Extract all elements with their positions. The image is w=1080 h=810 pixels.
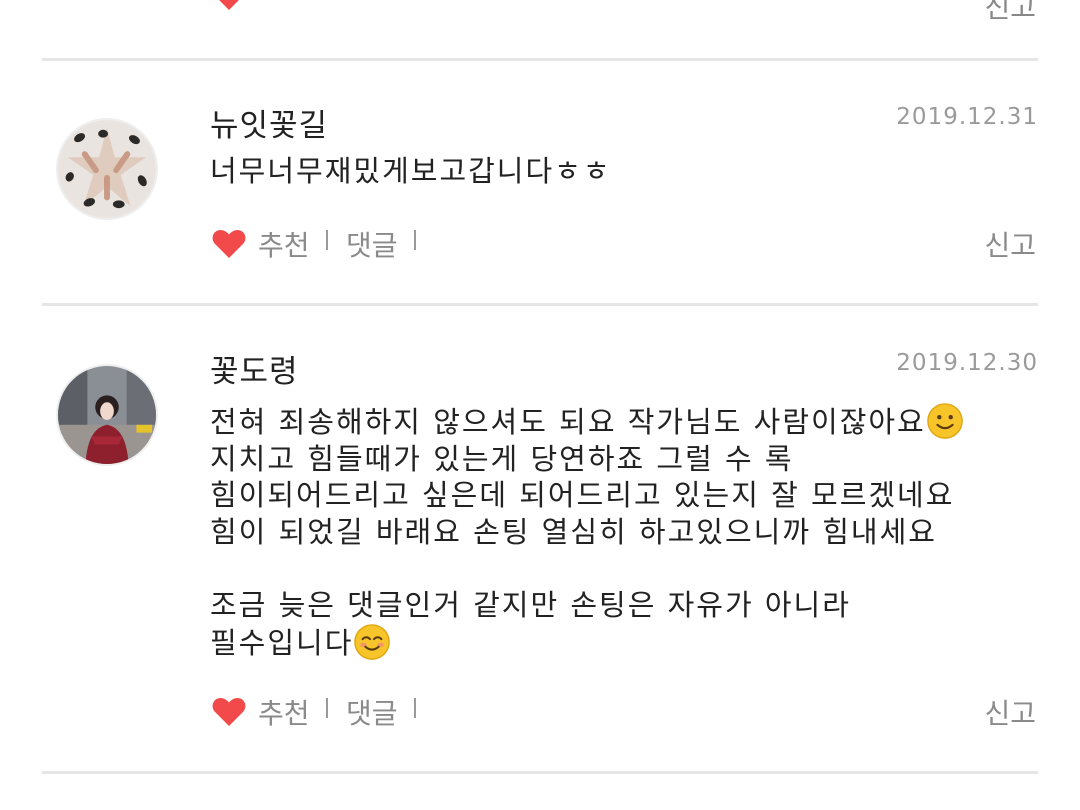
divider: [42, 58, 1038, 61]
separator: [326, 230, 328, 250]
comment-line: 힘이 되었길 바래요 손팅 열심히 하고있으니까 힘내세요: [210, 514, 937, 549]
recommend-button[interactable]: 추천: [258, 224, 310, 264]
report-button[interactable]: 신고: [984, 0, 1036, 26]
previous-comment-actions: 신고: [0, 0, 1080, 60]
comment-line: 지치고 힘들때가 있는게 당연하죠 그럴 수 록: [210, 441, 794, 476]
smiling-face-emoji: [926, 402, 964, 440]
comment-author[interactable]: 꽃도령: [210, 346, 299, 391]
comment-line: 조금 늦은 댓글인거 같지만 손팅은 자유가 아니라: [210, 587, 851, 622]
comment-date: 2019.12.31: [896, 104, 1038, 130]
separator: [414, 230, 416, 250]
divider: [42, 771, 1038, 774]
heart-icon[interactable]: [210, 692, 248, 730]
blushing-face-emoji: [353, 623, 391, 661]
reply-button[interactable]: 댓글: [346, 692, 398, 732]
avatar[interactable]: [56, 364, 158, 466]
comment-date: 2019.12.30: [896, 350, 1038, 376]
heart-icon[interactable]: [210, 224, 248, 262]
comment-body: 전혀 죄송해하지 않으셔도 되요 작가님도 사람이잖아요 지치고 힘들때가 있는게…: [210, 402, 1030, 662]
report-button[interactable]: 신고: [984, 692, 1036, 732]
comment-author[interactable]: 뉴잇꽃길: [210, 100, 328, 145]
avatar[interactable]: [56, 118, 158, 220]
comment-actions: 추천 댓글: [210, 692, 1070, 732]
separator: [326, 698, 328, 718]
report-button[interactable]: 신고: [984, 224, 1036, 264]
comment-line: [210, 550, 1030, 587]
comment-actions: 추천 댓글: [210, 224, 1070, 264]
reply-button[interactable]: 댓글: [346, 224, 398, 264]
comment-line: 전혀 죄송해하지 않으셔도 되요 작가님도 사람이잖아요: [210, 402, 1030, 441]
heart-icon[interactable]: [210, 0, 248, 14]
recommend-button[interactable]: 추천: [258, 692, 310, 732]
separator: [414, 698, 416, 718]
comment-line: 너무너무재밌게보고갑니다ㅎㅎ: [210, 154, 612, 188]
comment-line: 필수입니다: [210, 623, 1030, 662]
comment-body: 너무너무재밌게보고갑니다ㅎㅎ: [210, 153, 1030, 190]
comment-list: 신고 뉴잇꽃길 2019.12.31 너무너무재밌게보고갑니다ㅎㅎ 추천 댓글 …: [0, 0, 1080, 810]
divider: [42, 303, 1038, 306]
comment-line: 힘이되어드리고 싶은데 되어드리고 있는지 잘 모르겠네요: [210, 478, 955, 512]
